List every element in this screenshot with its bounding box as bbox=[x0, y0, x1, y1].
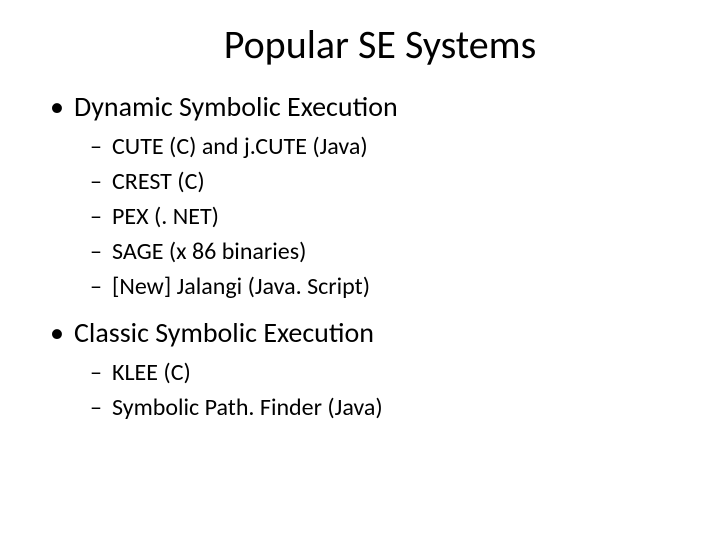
slide-title: Popular SE Systems bbox=[70, 20, 690, 69]
list-item: SAGE (x 86 binaries) bbox=[90, 237, 690, 266]
list-item: CUTE (C) and j.CUTE (Java) bbox=[90, 132, 690, 161]
list-item: CREST (C) bbox=[90, 167, 690, 196]
list-item: [New] Jalangi (Java. Script) bbox=[90, 272, 690, 301]
section-heading: Classic Symbolic Execution bbox=[50, 315, 690, 350]
list-item: PEX (. NET) bbox=[90, 202, 690, 231]
list-item: Symbolic Path. Finder (Java) bbox=[90, 393, 690, 422]
section-heading: Dynamic Symbolic Execution bbox=[50, 89, 690, 124]
list-item: KLEE (C) bbox=[90, 358, 690, 387]
